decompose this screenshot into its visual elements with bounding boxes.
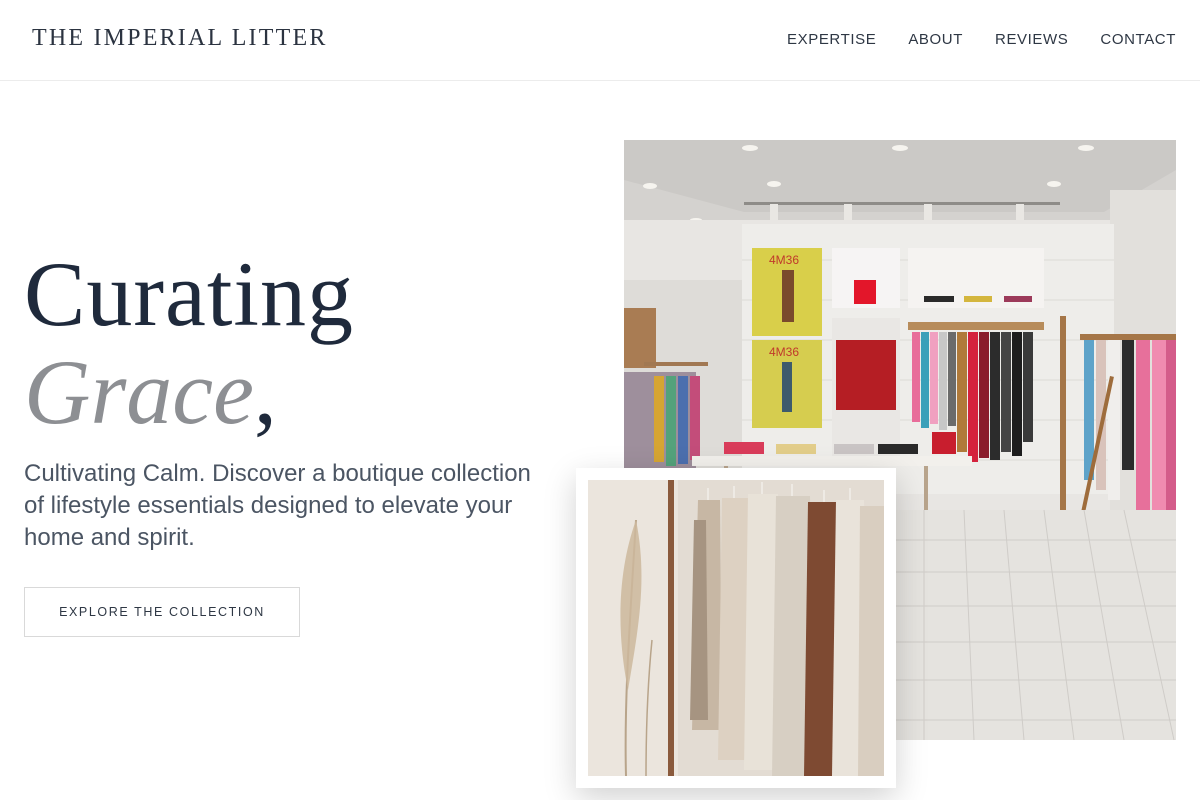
poster-text-2: 4M36 — [769, 345, 799, 359]
headline-line-1: Curating — [24, 243, 354, 345]
poster-text: 4M36 — [769, 253, 799, 267]
knitwear-rack-image — [576, 468, 896, 788]
headline-line-2: Grace, — [24, 346, 354, 438]
nav-expertise[interactable]: EXPERTISE — [787, 31, 876, 48]
headline-italic-word: Grace — [24, 341, 254, 443]
hero-subtitle: Cultivating Calm. Discover a boutique co… — [24, 460, 531, 551]
hero-headline: Curating Grace, — [24, 248, 354, 438]
explore-collection-button[interactable]: EXPLORE THE COLLECTION — [24, 587, 300, 637]
brand-logo[interactable]: THE IMPERIAL LITTER — [32, 25, 328, 52]
site-header: THE IMPERIAL LITTER EXPERTISE ABOUT REVI… — [0, 0, 1200, 81]
main-nav: EXPERTISE ABOUT REVIEWS CONTACT — [787, 31, 1176, 48]
headline-comma: , — [253, 341, 277, 443]
nav-about[interactable]: ABOUT — [908, 31, 963, 48]
nav-contact[interactable]: CONTACT — [1100, 31, 1176, 48]
nav-reviews[interactable]: REVIEWS — [995, 31, 1068, 48]
